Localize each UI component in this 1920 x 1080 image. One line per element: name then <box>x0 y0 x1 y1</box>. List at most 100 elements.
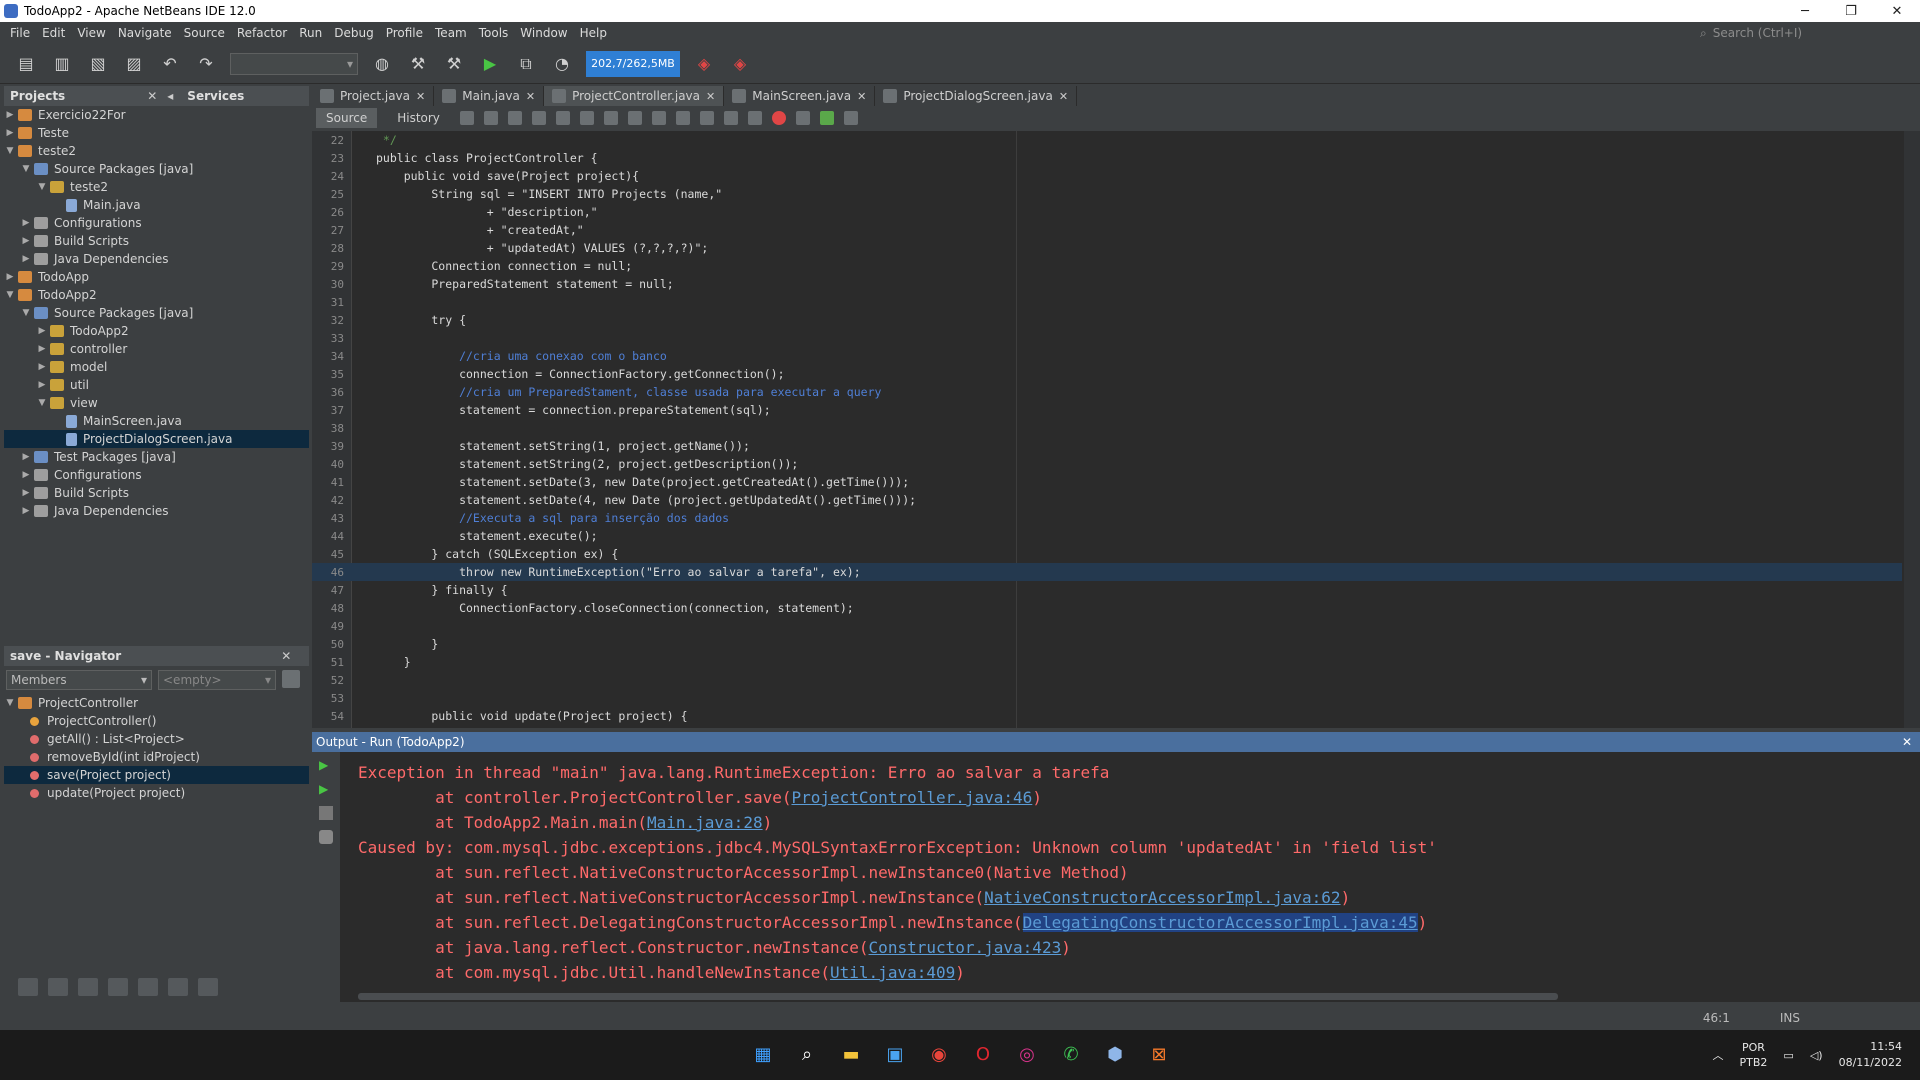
expand-arrow-icon[interactable]: ▶ <box>36 344 48 354</box>
expand-arrow-icon[interactable]: ▶ <box>20 470 32 480</box>
new-file-icon[interactable]: ▤ <box>14 52 38 76</box>
instagram-icon[interactable]: ◎ <box>1010 1037 1044 1071</box>
code-text[interactable]: public void save(Project project){ <box>344 169 639 183</box>
tree-node[interactable]: ▶ Build Scripts <box>4 232 309 250</box>
navigator-member[interactable]: save(Project project) <box>4 766 309 784</box>
memory-indicator[interactable]: 202,7/262,5MB <box>586 50 680 77</box>
expand-arrow-icon[interactable]: ▶ <box>20 506 32 516</box>
shift-left-icon[interactable] <box>723 111 738 125</box>
close-tab-icon[interactable]: ✕ <box>416 90 425 103</box>
filter-dropdown[interactable]: <empty> ▾ <box>158 670 276 690</box>
start-icon[interactable]: ▦ <box>746 1037 780 1071</box>
code-text[interactable]: statement.setDate(3, new Date(project.ge… <box>344 475 909 489</box>
menu-item-refactor[interactable]: Refactor <box>231 26 293 40</box>
find-selection-icon[interactable] <box>531 111 546 125</box>
close-navigator-icon[interactable]: ✕ <box>281 649 291 663</box>
tab-projectcontroller-java[interactable]: ProjectController.java ✕ <box>544 86 725 106</box>
search-placeholder[interactable]: Search (Ctrl+I) <box>1713 26 1802 40</box>
services-tab[interactable]: Services <box>187 89 244 103</box>
close-projects-icon[interactable]: ✕ <box>147 89 157 103</box>
maximize-button[interactable]: ❐ <box>1828 0 1874 22</box>
chrome-icon[interactable]: ◉ <box>922 1037 956 1071</box>
code-text[interactable]: //Executa a sql para inserção dos dados <box>344 511 729 525</box>
stacktrace-link[interactable]: Util.java:409 <box>830 963 955 982</box>
stop-icon[interactable] <box>319 806 333 820</box>
expand-arrow-icon[interactable]: ▼ <box>20 308 32 318</box>
expand-arrow-icon[interactable]: ▶ <box>20 254 32 264</box>
code-text[interactable]: + "description," <box>344 205 598 219</box>
expand-arrow-icon[interactable]: ▼ <box>4 146 16 156</box>
expand-arrow-icon[interactable]: ▶ <box>4 128 16 138</box>
menu-item-run[interactable]: Run <box>293 26 328 40</box>
quick-search[interactable]: ⌕ Search (Ctrl+I) <box>1700 22 1920 44</box>
tree-node[interactable]: ▶ model <box>4 358 309 376</box>
code-text[interactable]: } catch (SQLException ex) { <box>344 547 618 561</box>
code-text[interactable]: connection = ConnectionFactory.getConnec… <box>344 367 784 381</box>
tree-node[interactable]: ▶ Build Scripts <box>4 484 309 502</box>
code-text[interactable]: statement.setString(2, project.getDescri… <box>344 457 798 471</box>
filter-inherited-icon[interactable] <box>18 978 38 996</box>
code-text[interactable]: ConnectionFactory.closeConnection(connec… <box>344 601 854 615</box>
next-bookmark-icon[interactable] <box>675 111 690 125</box>
expand-arrow-icon[interactable]: ▶ <box>20 236 32 246</box>
stacktrace-link[interactable]: ProjectController.java:46 <box>791 788 1032 807</box>
tree-node[interactable]: ▼ teste2 <box>4 142 309 160</box>
network-icon[interactable]: ▭ <box>1783 1049 1793 1062</box>
sort-icon[interactable] <box>198 978 218 996</box>
rerun-with-options-icon[interactable]: ▶ <box>319 782 333 796</box>
run-icon[interactable]: ▶ <box>478 52 502 76</box>
language-indicator[interactable]: POR PTB2 <box>1740 1040 1768 1070</box>
menu-item-source[interactable]: Source <box>178 26 231 40</box>
new-project-icon[interactable]: ▥ <box>50 52 74 76</box>
tree-node[interactable]: ProjectDialogScreen.java <box>4 430 309 448</box>
redo-icon[interactable]: ↷ <box>194 52 218 76</box>
find-previous-icon[interactable] <box>555 111 570 125</box>
toggle-bookmark-icon[interactable] <box>699 111 714 125</box>
tree-node[interactable]: ▶ Java Dependencies <box>4 502 309 520</box>
close-output-icon[interactable]: ✕ <box>1902 735 1912 749</box>
code-text[interactable]: try { <box>344 313 466 327</box>
code-text[interactable]: statement.execute(); <box>344 529 597 543</box>
last-edit-icon[interactable] <box>459 111 474 125</box>
code-text[interactable]: public class ProjectController { <box>344 151 598 165</box>
tree-node[interactable]: ▼ Source Packages [java] <box>4 304 309 322</box>
expand-arrow-icon[interactable]: ▼ <box>4 698 16 708</box>
tree-node[interactable]: Main.java <box>4 196 309 214</box>
close-window-button[interactable]: ✕ <box>1874 0 1920 22</box>
scrollbar-thumb[interactable] <box>358 993 1558 1000</box>
code-text[interactable]: statement.setDate(4, new Date (project.g… <box>344 493 916 507</box>
expand-arrow-icon[interactable]: ▶ <box>20 452 32 462</box>
expand-arrow-icon[interactable]: ▼ <box>20 164 32 174</box>
tree-node[interactable]: ▼ view <box>4 394 309 412</box>
tree-node[interactable]: ▼ Source Packages [java] <box>4 160 309 178</box>
code-text[interactable]: String sql = "INSERT INTO Projects (name… <box>344 187 722 201</box>
menu-item-window[interactable]: Window <box>514 26 573 40</box>
tab-main-java[interactable]: Main.java ✕ <box>434 86 545 106</box>
start-macro-icon[interactable] <box>771 111 786 125</box>
navigator-member[interactable]: ProjectController() <box>4 712 309 730</box>
menu-item-file[interactable]: File <box>4 26 36 40</box>
expand-arrow-icon[interactable]: ▶ <box>36 380 48 390</box>
menu-item-team[interactable]: Team <box>429 26 473 40</box>
profile-icon[interactable]: ◔ <box>550 52 574 76</box>
stacktrace-link[interactable]: Main.java:28 <box>647 813 763 832</box>
code-text[interactable]: public void update(Project project) { <box>344 709 687 723</box>
tree-node[interactable]: ▶ TodoApp <box>4 268 309 286</box>
minimize-panel-icon[interactable]: ◂ <box>167 89 173 103</box>
tree-node[interactable]: ▼ TodoApp2 <box>4 286 309 304</box>
toggle-highlight-icon[interactable] <box>603 111 618 125</box>
code-text[interactable]: statement = connection.prepareStatement(… <box>344 403 771 417</box>
menu-item-tools[interactable]: Tools <box>473 26 515 40</box>
back-icon[interactable] <box>483 111 498 125</box>
tree-node[interactable]: MainScreen.java <box>4 412 309 430</box>
code-text[interactable]: //cria um PreparedStament, classe usada … <box>344 385 881 399</box>
code-text[interactable]: } finally { <box>344 583 507 597</box>
code-text[interactable]: statement.setString(1, project.getName()… <box>344 439 750 453</box>
expand-arrow-icon[interactable]: ▶ <box>4 272 16 282</box>
close-tab-icon[interactable]: ✕ <box>706 90 715 103</box>
debug-icon[interactable]: ⧉ <box>514 52 538 76</box>
file-explorer-icon[interactable]: ▬ <box>834 1037 868 1071</box>
menu-item-view[interactable]: View <box>71 26 111 40</box>
tab-mainscreen-java[interactable]: MainScreen.java ✕ <box>724 86 876 106</box>
tree-node[interactable]: ▶ Java Dependencies <box>4 250 309 268</box>
